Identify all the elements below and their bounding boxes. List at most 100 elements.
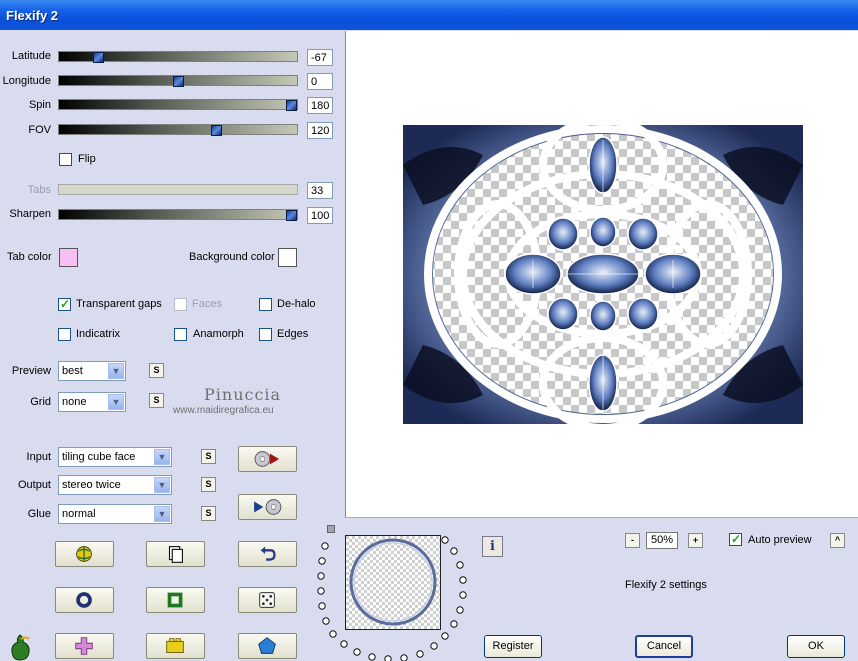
fov-input[interactable]: 120 [307,122,333,139]
slider-label: FOV [28,124,51,136]
tabs-slider[interactable] [58,184,298,195]
block-button[interactable] [146,633,205,659]
preview-s-button[interactable]: S [149,363,164,378]
faces-label: Faces [192,298,222,310]
ring-icon [76,592,92,608]
pentagon-icon [258,637,276,654]
undo-button[interactable] [238,541,297,567]
longitude-input[interactable]: 0 [307,73,333,90]
tab-color-swatch[interactable] [59,248,78,267]
watermark-url: www.maidiregrafica.eu [173,405,274,416]
checkmark-icon: ✓ [60,297,71,311]
random-dice-button[interactable] [238,587,297,613]
ok-button[interactable]: OK [787,635,845,658]
pentagon-button[interactable] [238,633,297,659]
chevron-down-icon[interactable]: ▼ [108,394,124,410]
input-s-button[interactable]: S [201,449,216,464]
title-bar[interactable]: Flexify 2 [0,0,858,30]
preview-canvas[interactable] [345,31,858,518]
chevron-down-icon[interactable]: ▼ [154,506,170,522]
collapse-button[interactable]: ^ [830,533,845,548]
chevron-down-icon[interactable]: ▼ [154,449,170,465]
latitude-slider[interactable] [58,51,298,63]
longitude-slider[interactable] [58,75,298,87]
frame-button[interactable] [146,587,205,613]
slider-label: Latitude [11,50,51,62]
pear-logo-icon [11,634,30,661]
glue-s-button[interactable]: S [201,506,216,521]
tab-color-label: Tab color [7,251,52,263]
slider-label: Longitude [2,75,51,87]
sharpen-slider[interactable] [58,209,298,221]
spin-slider[interactable] [58,99,298,111]
edges-checkbox[interactable] [259,328,272,341]
anamorph-label: Anamorph [193,328,244,340]
grid-select[interactable]: none ▼ [58,392,126,412]
copy-button[interactable] [146,541,205,567]
zoom-in-button[interactable]: + [688,533,703,548]
select-value: stereo twice [62,479,121,491]
select-value: none [62,396,87,408]
auto-preview-label: Auto preview [748,534,812,546]
select-value: normal [62,508,96,520]
checkmark-icon: ✓ [731,532,742,546]
dehalo-checkbox[interactable] [259,298,272,311]
slider-knob[interactable] [211,125,222,136]
disc-play-icon [254,451,280,467]
info-button[interactable]: i [482,536,503,557]
plus-shape-icon [75,637,93,655]
plus-shape-button[interactable] [55,633,114,659]
randomize-button[interactable] [55,541,114,567]
fov-slider[interactable] [58,124,298,136]
slider-knob[interactable] [286,210,297,221]
dice-icon [259,592,275,608]
zoom-level[interactable]: 50% [646,532,678,549]
brick-icon [166,638,184,653]
sharpen-input[interactable]: 100 [307,207,333,224]
ring-button[interactable] [55,587,114,613]
cancel-button[interactable]: Cancel [635,635,693,658]
preview-label: Preview [11,365,51,377]
flip-checkbox[interactable] [59,153,72,166]
slider-knob[interactable] [93,52,104,63]
edges-label: Edges [277,328,309,340]
slider-label: Tabs [27,184,51,196]
slider-knob[interactable] [173,76,184,87]
select-value: tiling cube face [62,451,136,463]
select-value: best [62,365,83,377]
preview-image [403,125,803,424]
preview-select[interactable]: best ▼ [58,361,126,381]
window-title: Flexify 2 [6,8,59,23]
grid-label: Grid [30,396,51,408]
flip-label: Flip [78,153,96,165]
slider-label: Spin [28,99,51,111]
zoom-out-button[interactable]: - [625,533,640,548]
tabs-input[interactable]: 33 [307,182,333,199]
faces-checkbox[interactable] [174,298,187,311]
input-select[interactable]: tiling cube face ▼ [58,447,172,467]
slider-knob[interactable] [286,100,297,111]
auto-preview-checkbox[interactable]: ✓ [729,532,742,546]
save-preset-button[interactable] [238,494,297,520]
output-select[interactable]: stereo twice ▼ [58,475,172,495]
slider-label: Sharpen [9,208,51,220]
play-disc-icon [254,499,282,515]
background-color-swatch[interactable] [278,248,297,267]
anamorph-checkbox[interactable] [174,328,187,341]
latitude-input[interactable]: -67 [307,49,333,66]
dehalo-label: De-halo [277,298,316,310]
chevron-down-icon[interactable]: ▼ [108,363,124,379]
indicatrix-checkbox[interactable] [58,328,71,341]
copy-icon [168,546,183,563]
grid-s-button[interactable]: S [149,393,164,408]
load-preset-button[interactable] [238,446,297,472]
globe-icon [76,546,92,562]
transparent-gaps-checkbox[interactable]: ✓ [58,297,71,311]
glue-select[interactable]: normal ▼ [58,504,172,524]
navigator-ring[interactable] [314,530,474,661]
spin-input[interactable]: 180 [307,97,333,114]
watermark-name: Pinuccia [204,385,282,404]
register-button[interactable]: Register [484,635,542,658]
chevron-down-icon[interactable]: ▼ [154,477,170,493]
output-s-button[interactable]: S [201,477,216,492]
